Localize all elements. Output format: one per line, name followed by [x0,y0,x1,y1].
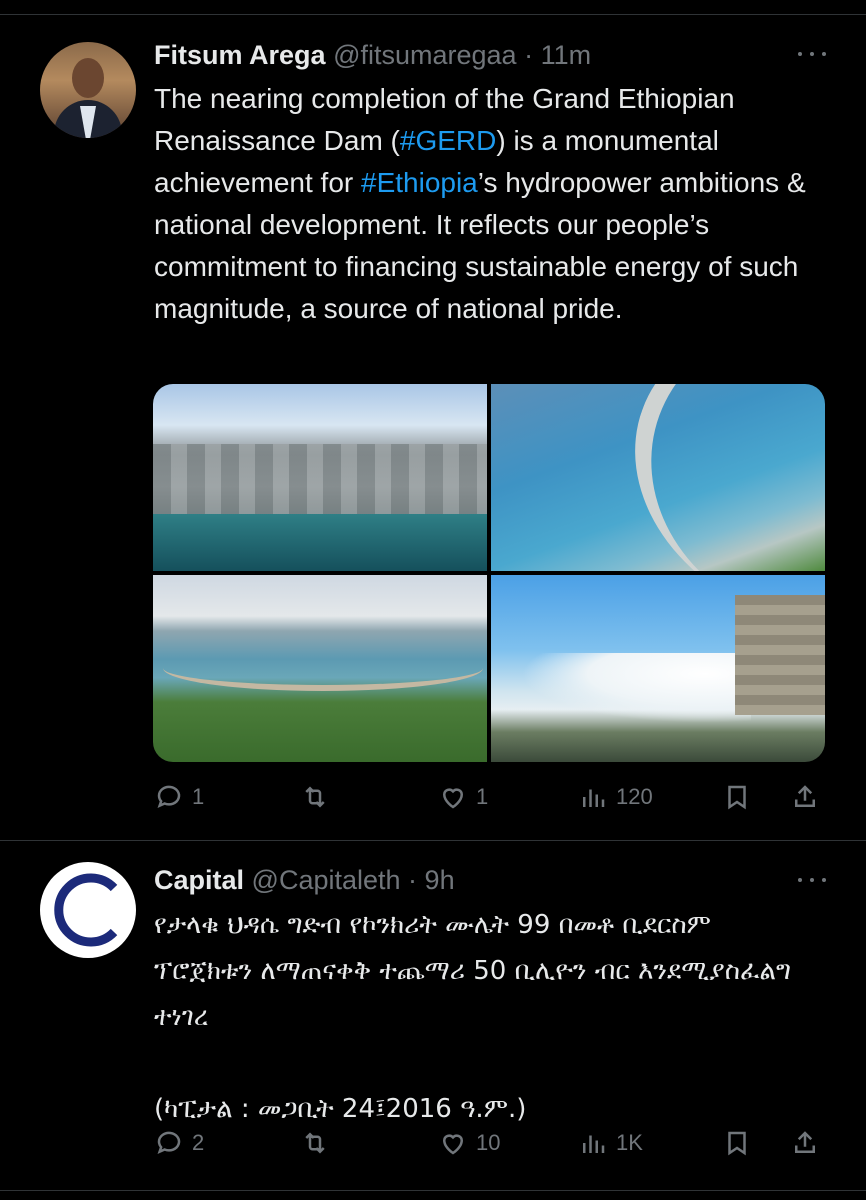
like-button[interactable]: 10 [438,1126,500,1160]
timestamp[interactable]: 9h [425,865,455,895]
views-count: 120 [616,784,653,809]
bookmark-button[interactable] [722,780,752,814]
timeline: Fitsum Arega @fitsumaregaa · 11m The nea… [0,0,866,1200]
hashtag-gerd[interactable]: #GERD [400,125,496,156]
reply-count: 1 [192,784,205,809]
like-icon [442,788,464,809]
views-count: 1K [616,1130,643,1155]
views-icon [583,1135,605,1153]
repost-icon [305,1132,325,1154]
hashtag-ethiopia[interactable]: #Ethiopia [361,167,478,198]
bookmark-icon [728,1131,746,1156]
divider-between-tweets [0,840,866,841]
divider-bottom [0,1190,866,1191]
tweet-header: Capital @Capitaleth · 9h [154,863,455,897]
capital-logo-icon [54,873,118,947]
more-options-icon[interactable] [798,870,826,890]
media-image-lake-landscape[interactable] [153,575,487,762]
bookmark-button[interactable] [722,1126,752,1160]
separator-dot: · [516,40,541,70]
views-icon [583,789,605,807]
like-button[interactable]: 1 [438,780,488,814]
bookmark-icon [728,785,746,810]
repost-button[interactable] [300,780,338,814]
share-icon [795,785,815,807]
divider-top [0,14,866,15]
reply-count: 2 [192,1130,205,1155]
media-image-dam-front[interactable] [153,384,487,571]
tweet-text: የታላቁ ህዳሴ ግድብ የኮንክሪት ሙሌት 99 በመቶ ቢደርስም ፕሮጀ… [154,910,792,1124]
author-name[interactable]: Fitsum Arega [154,40,326,70]
like-count: 1 [476,784,489,809]
media-image-spillway-spray[interactable] [491,575,825,762]
avatar[interactable] [40,862,136,958]
tweet-text: The nearing completion of the Grand Ethi… [154,78,844,330]
author-name[interactable]: Capital [154,865,244,895]
reply-icon [157,785,181,809]
reply-button[interactable]: 1 [154,780,204,814]
views-button[interactable]: 1K [578,1126,643,1160]
share-button[interactable] [790,780,820,814]
action-bar: 2 10 1K [154,1126,826,1160]
repost-button[interactable] [300,1126,338,1160]
avatar[interactable] [40,42,136,138]
reply-button[interactable]: 2 [154,1126,204,1160]
more-options-icon[interactable] [798,44,826,64]
separator-dot: · [400,865,425,895]
media-grid [153,384,825,762]
action-bar: 1 1 120 [154,780,826,814]
reply-icon [157,1131,181,1155]
media-image-reservoir-aerial[interactable] [491,384,825,571]
author-handle[interactable]: @fitsumaregaa [333,40,517,70]
share-button[interactable] [790,1126,820,1160]
like-icon [442,1134,464,1155]
share-icon [795,1131,815,1153]
repost-icon [305,786,325,808]
views-button[interactable]: 120 [578,780,653,814]
author-handle[interactable]: @Capitaleth [252,865,401,895]
like-count: 10 [476,1130,501,1155]
tweet-header: Fitsum Arega @fitsumaregaa · 11m [154,38,591,72]
timestamp[interactable]: 11m [541,40,592,70]
